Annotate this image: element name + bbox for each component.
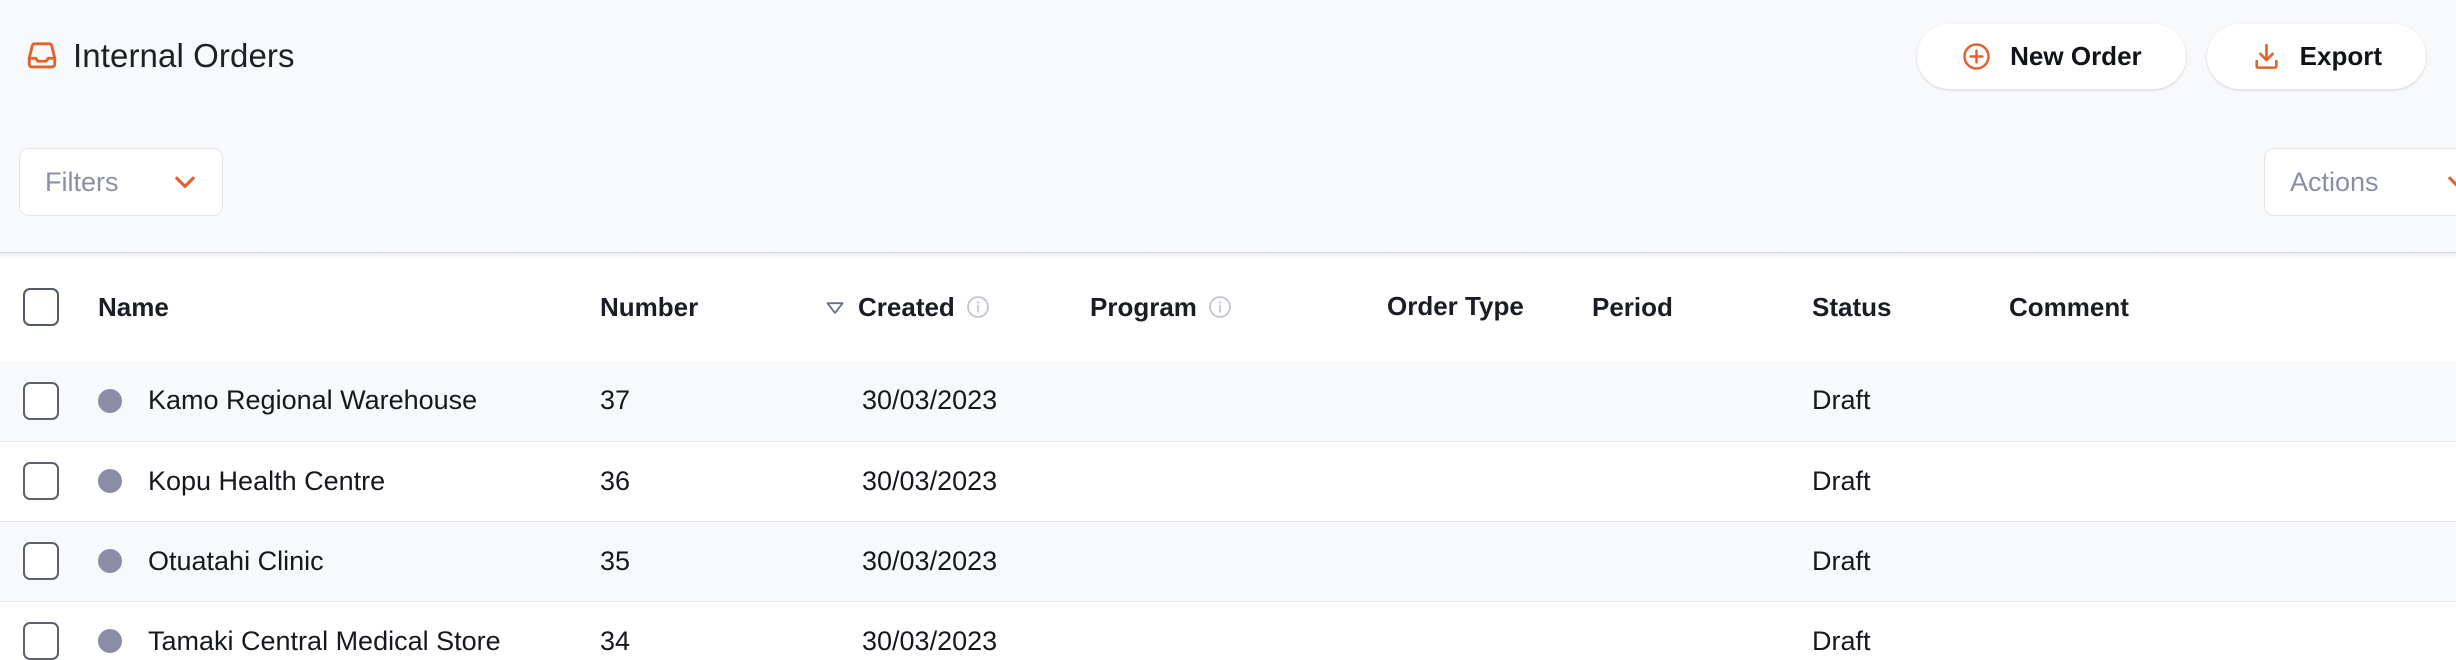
chevron-down-icon [2443,167,2456,197]
status-dot-icon [98,469,122,493]
cell-status: Draft [1812,520,2009,601]
orders-table: Name Number Created Program Order Type P… [0,253,2456,660]
cell-comment [2009,600,2456,660]
filters-dropdown[interactable]: Filters [19,148,223,216]
table-header: Name Number Created Program Order Type P… [0,253,2456,361]
column-header-comment[interactable]: Comment [2009,253,2456,361]
info-icon[interactable] [965,294,991,320]
row-select-cell [0,520,88,601]
table-row[interactable]: Kopu Health Centre 36 30/03/2023 Draft [0,440,2456,521]
cell-created: 30/03/2023 [862,440,1090,521]
export-button[interactable]: Export [2206,23,2426,89]
actions-label: Actions [2290,166,2379,197]
cell-program [1090,600,1387,660]
internal-orders-page: Internal Orders New Order Export Filters… [0,0,2456,660]
cell-comment [2009,520,2456,601]
table-header-row: Name Number Created Program Order Type P… [0,253,2456,361]
cell-number: 35 [600,520,862,601]
cell-order-type [1387,600,1592,660]
cell-program [1090,361,1387,441]
cell-name: Tamaki Central Medical Store [88,600,600,660]
table-row[interactable]: Kamo Regional Warehouse 37 30/03/2023 Dr… [0,361,2456,441]
row-select-cell [0,600,88,660]
chevron-down-icon [170,167,200,197]
cell-period [1592,520,1812,601]
cell-name: Kamo Regional Warehouse [88,361,600,441]
cell-number: 34 [600,600,862,660]
column-header-status[interactable]: Status [1812,253,2009,361]
cell-period [1592,600,1812,660]
actions-dropdown[interactable]: Actions [2264,148,2456,216]
cell-period [1592,361,1812,441]
cell-number: 37 [600,385,631,416]
column-label-period: Period [1592,291,1673,322]
cell-name: Otuatahi Clinic [88,520,600,601]
header-actions: New Order Export [1917,23,2426,89]
cell-period [1592,440,1812,521]
cell-program [1090,440,1387,521]
cell-status: Draft [1812,385,1871,416]
cell-comment [2009,440,2456,521]
row-name-label: Kopu Health Centre [148,465,386,496]
filter-toolbar: Filters Actions [0,112,2456,252]
cell-program [1090,520,1387,601]
page-title: Internal Orders [73,37,295,74]
cell-created: 30/03/2023 [862,520,1090,601]
cell-status: Draft [1812,600,2009,660]
column-label-program: Program [1090,291,1197,322]
row-select-cell [0,440,88,521]
column-label-number: Number [600,291,699,322]
cell-order-type [1387,440,1592,521]
row-checkbox[interactable] [23,381,59,420]
select-all-checkbox[interactable] [23,288,59,326]
cell-comment [2009,361,2456,441]
table-body: Kamo Regional Warehouse 37 30/03/2023 Dr… [0,361,2456,660]
cell-created: 30/03/2023 [862,600,1090,660]
column-label-status: Status [1812,291,1892,322]
cell-status: Draft [1812,440,2009,521]
column-label-name: Name [98,291,169,322]
plus-circle-icon [1961,41,1992,72]
column-header-program[interactable]: Program [1090,253,1387,361]
cell-order-type [1387,361,1592,441]
filters-label: Filters [45,166,119,197]
column-label-created: Created [858,291,955,322]
status-dot-icon [98,388,122,413]
column-header-name[interactable]: Name [88,253,600,361]
page-header: Internal Orders New Order Export [0,0,2456,112]
sort-triangle-down-icon[interactable] [822,294,848,320]
row-checkbox[interactable] [23,462,59,500]
download-icon [2251,41,2282,72]
cell-created: 30/03/2023 [862,385,998,416]
page-title-group: Internal Orders [25,37,295,75]
status-dot-icon [98,629,122,654]
cell-order-type [1387,520,1592,601]
row-checkbox[interactable] [23,542,59,580]
row-name-label: Kamo Regional Warehouse [148,385,478,416]
table-row[interactable]: Tamaki Central Medical Store 34 30/03/20… [0,600,2456,660]
cell-name: Kopu Health Centre [88,440,600,521]
status-dot-icon [98,549,122,573]
orders-table-container: Name Number Created Program Order Type P… [0,252,2456,660]
column-header-order-type[interactable]: Order Type [1387,253,1592,361]
column-label-order-type: Order Type [1387,291,1524,322]
row-select-cell [0,361,88,441]
cell-number: 36 [600,440,862,521]
row-name-label: Otuatahi Clinic [148,545,324,576]
inbox-tray-icon [25,39,59,73]
column-header-period[interactable]: Period [1592,253,1812,361]
new-order-label: New Order [2010,40,2142,71]
column-header-created[interactable]: Created [826,253,1090,361]
info-icon[interactable] [1207,294,1233,320]
row-checkbox[interactable] [23,622,59,660]
export-label: Export [2299,40,2382,71]
row-name-label: Tamaki Central Medical Store [148,625,501,656]
new-order-button[interactable]: New Order [1917,23,2186,89]
column-label-comment: Comment [2009,291,2129,322]
select-all-header [0,253,88,361]
table-row[interactable]: Otuatahi Clinic 35 30/03/2023 Draft [0,520,2456,601]
